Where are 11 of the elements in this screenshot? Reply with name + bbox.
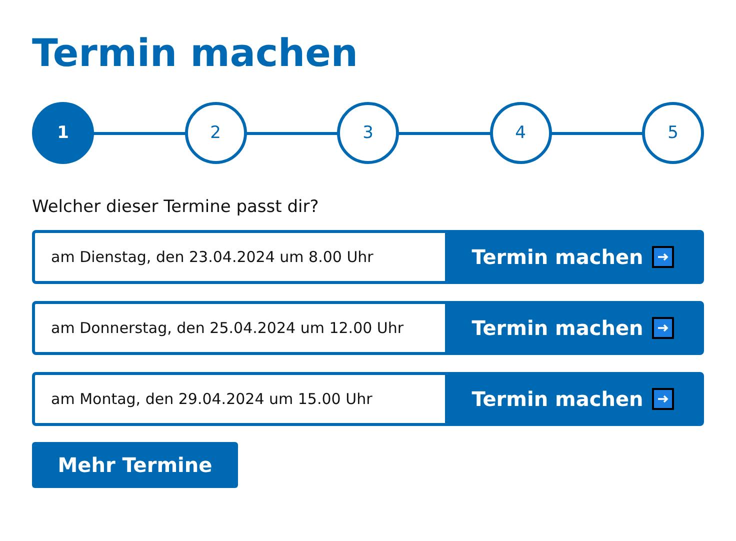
step-circle[interactable]: 5 — [642, 102, 704, 164]
step-circle[interactable]: 2 — [184, 102, 246, 164]
more-appointments-button[interactable]: Mehr Termine — [32, 442, 238, 488]
step-circle[interactable]: 3 — [337, 102, 399, 164]
appointment-date: am Montag, den 29.04.2024 um 15.00 Uhr — [35, 375, 445, 423]
question-text: Welcher dieser Termine passt dir? — [32, 197, 320, 217]
appointment-date: am Donnerstag, den 25.04.2024 um 12.00 Uhr — [35, 304, 445, 352]
step-circle[interactable]: 4 — [490, 102, 552, 164]
step-circle[interactable]: 1 — [32, 102, 94, 164]
page-title: Termin machen — [32, 34, 359, 72]
appointment-date: am Dienstag, den 23.04.2024 um 8.00 Uhr — [35, 233, 445, 281]
